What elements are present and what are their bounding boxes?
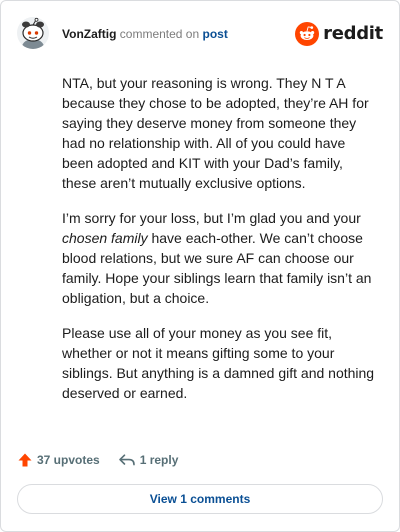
comment-paragraph: I’m sorry for your loss, but I’m glad yo… <box>62 208 377 308</box>
user-avatar[interactable] <box>17 17 49 49</box>
reply-button[interactable]: 1 reply <box>118 452 179 468</box>
view-comments-button[interactable]: View 1 comments <box>17 484 383 514</box>
reddit-snoo-icon <box>295 22 320 46</box>
emphasized-text: chosen family <box>62 230 148 246</box>
reply-arrow-icon <box>118 454 135 466</box>
comment-paragraph: NTA, but your reasoning is wrong. They N… <box>62 75 369 191</box>
comment-paragraph: Please use all of your money as you see … <box>62 325 375 401</box>
paragraph-text: I’m sorry for your loss, but I’m glad yo… <box>62 210 361 226</box>
upvote-button[interactable]: 37 upvotes <box>17 452 100 468</box>
reply-count: 1 reply <box>139 453 179 467</box>
action-text: commented on <box>119 27 200 41</box>
reddit-logo[interactable]: reddit <box>295 22 383 46</box>
comment-card: VonZaftig commented on post reddit NTA, … <box>0 0 400 532</box>
upvote-count: 37 upvotes <box>37 453 100 467</box>
post-link[interactable]: post <box>203 27 228 41</box>
username-link[interactable]: VonZaftig <box>62 27 116 41</box>
comment-meta: VonZaftig commented on post <box>62 26 228 42</box>
snoo-avatar-icon <box>17 17 49 49</box>
comment-header: VonZaftig commented on post reddit <box>1 1 399 65</box>
upvote-arrow-icon <box>18 453 32 467</box>
comment-actions: 37 upvotes 1 reply <box>17 448 178 472</box>
comment-body: NTA, but your reasoning is wrong. They N… <box>62 73 377 418</box>
reddit-wordmark: reddit <box>323 23 383 44</box>
